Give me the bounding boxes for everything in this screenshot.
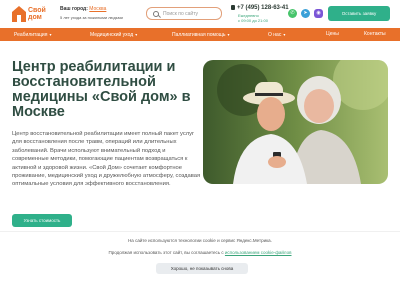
get-price-button[interactable]: Узнать стоимость [12, 214, 72, 227]
whatsapp-icon[interactable]: ✆ [288, 9, 297, 18]
nav-label: Медицинский уход [90, 32, 134, 38]
hero-description: Центр восстановительной реабилитации име… [12, 131, 201, 188]
search-icon[interactable] [153, 10, 159, 17]
elderly-couple-image [203, 60, 388, 184]
city-selector[interactable]: Ваш город: Москва [60, 6, 106, 12]
chevron-down-icon: ▾ [283, 32, 286, 37]
cookie-policy-link[interactable]: использованием cookie-файлов [225, 250, 292, 255]
nav-label: Реабилитация [14, 32, 48, 38]
telegram-icon[interactable]: ➤ [301, 9, 310, 18]
phone-number[interactable]: +7 (495) 128-63-41 [237, 5, 289, 11]
nav-label: Паллиативная помощь [172, 32, 226, 38]
chevron-down-icon: ▾ [135, 32, 138, 37]
cookie-banner: На сайте используются технологии cookie … [0, 231, 400, 281]
nav-label: О нас [268, 32, 282, 38]
cookie-notice: На сайте используются технологии cookie … [128, 238, 272, 243]
search-box[interactable] [146, 7, 222, 20]
chevron-down-icon: ▾ [227, 32, 230, 37]
house-logo-icon [12, 6, 26, 22]
max-icon[interactable]: ◉ [314, 9, 323, 18]
nav-label: Контакты [364, 31, 386, 37]
phone-link[interactable]: +7 (495) 128-63-41 [231, 5, 289, 11]
logo-text: Свой дом [28, 7, 46, 21]
hero-photo [203, 60, 388, 184]
nav-item-medical-care[interactable]: Медицинский уход ▾ [90, 28, 137, 41]
main-nav: Реабилитация ▾ Медицинский уход ▾ Паллиати… [0, 28, 400, 41]
phone-icon [231, 5, 235, 10]
city-value[interactable]: Москва [89, 6, 106, 12]
nav-label: Цены [326, 31, 339, 37]
nav-item-rehab[interactable]: Реабилитация ▾ [14, 28, 51, 41]
cookie-consent-prefix: Продолжая использовать этот сайт, вы сог… [108, 250, 224, 255]
page-title: Центр реабилитации и восстановительной м… [12, 59, 191, 120]
logo-text-line2: дом [28, 14, 42, 21]
search-input[interactable] [163, 10, 219, 17]
nav-item-palliative[interactable]: Паллиативная помощь ▾ [172, 28, 230, 41]
logo-text-line1: Свой [28, 7, 46, 14]
site-header: Свой дом Ваш город: Москва 5 лет ухода з… [0, 0, 400, 28]
nav-item-prices[interactable]: Цены [326, 28, 339, 41]
cookie-consent-text: Продолжая использовать этот сайт, вы сог… [0, 250, 400, 255]
nav-item-about[interactable]: О нас ▾ [268, 28, 285, 41]
nav-item-contacts[interactable]: Контакты [364, 28, 386, 41]
leave-request-button[interactable]: Оставить заявку [328, 6, 390, 21]
city-label: Ваш город: [60, 6, 88, 12]
tagline: 5 лет ухода за пожилыми людьми [60, 15, 123, 20]
chevron-down-icon: ▾ [49, 32, 52, 37]
working-hours: с 09:00 до 21:00 [238, 18, 268, 23]
cookie-accept-button[interactable]: Хорошо, не показывать снова [156, 263, 248, 274]
logo[interactable]: Свой дом [12, 4, 48, 24]
